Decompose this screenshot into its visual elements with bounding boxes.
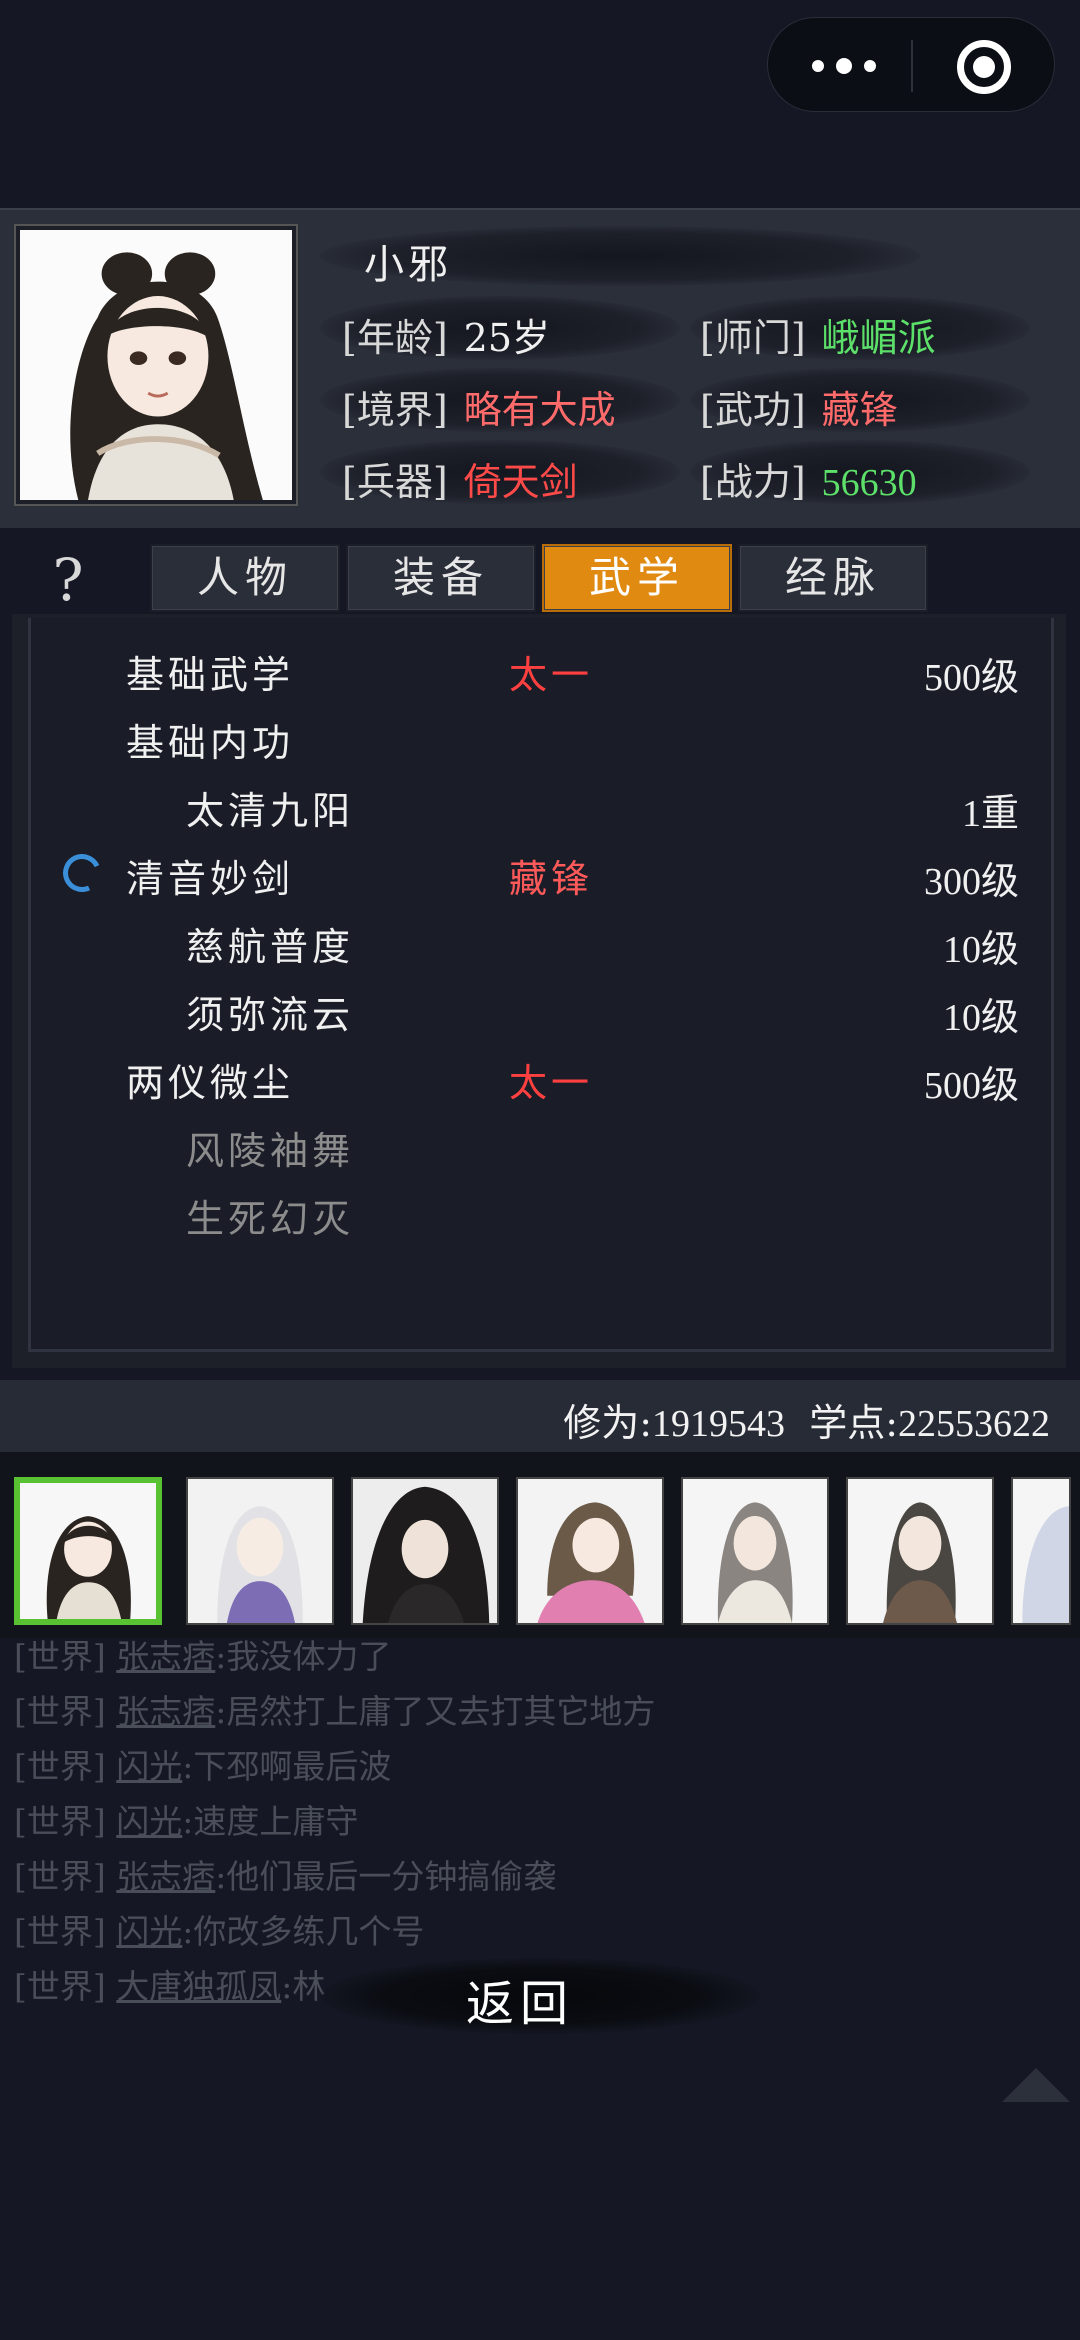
hero-portrait[interactable] — [681, 1477, 829, 1625]
skill-name: 两仪微尘 — [126, 1061, 295, 1105]
skill-name: 基础武学 — [126, 653, 295, 697]
skill-level: 300级 — [923, 861, 1019, 903]
skill-style: 藏锋 — [509, 857, 594, 901]
hero-portrait[interactable] — [516, 1477, 664, 1625]
skill-row[interactable]: 慈航普度 10级 — [31, 912, 1057, 972]
loading-spinner-icon — [57, 848, 107, 898]
skill-level: 10级 — [942, 929, 1019, 971]
power-label: [战力] — [700, 460, 806, 504]
skill-name: 基础内功 — [126, 721, 295, 765]
weapon-value: 倚天剑 — [463, 460, 578, 504]
hero-portrait[interactable] — [186, 1477, 334, 1625]
skill-style: 太一 — [509, 1061, 594, 1105]
chat-line: [世界] 张志痞:我没体力了 — [14, 1637, 392, 1676]
capsule-divider — [911, 40, 913, 92]
study-points-label: 学点: — [809, 1401, 898, 1445]
skill-row[interactable]: 清音妙剑 藏锋 300级 — [31, 844, 1057, 904]
chat-user-link[interactable]: 张志痞 — [116, 1692, 215, 1731]
back-button[interactable]: 返回 — [440, 1964, 600, 2032]
close-target-icon[interactable] — [957, 40, 1011, 94]
skill-level: 500级 — [923, 1065, 1019, 1107]
martial-skill-label: [武功] — [700, 388, 806, 432]
cultivation-value: 1919543 — [652, 1403, 786, 1445]
chat-user-link[interactable]: 张志痞 — [116, 1857, 215, 1896]
miniprogram-capsule — [767, 17, 1055, 112]
chat-line: [世界] 闪光:你改多练几个号 — [14, 1912, 425, 1951]
chat-line: [世界] 张志痞:居然打上庸了又去打其它地方 — [14, 1692, 656, 1731]
weapon-label: [兵器] — [342, 460, 448, 504]
age-row: [年龄] 25岁 — [342, 307, 550, 362]
chat-user-link[interactable]: 闪光 — [116, 1912, 182, 1951]
study-points-value: 22553622 — [898, 1403, 1050, 1445]
sect-row: [师门] 峨嵋派 — [700, 307, 936, 362]
cultivation-label: 修为: — [563, 1401, 653, 1445]
martial-skill-row: [武功] 藏锋 — [700, 379, 898, 434]
skill-name: 生死幻灭 — [186, 1197, 355, 1241]
age-label: [年龄] — [342, 316, 448, 360]
character-portrait — [16, 226, 296, 504]
skill-level: 1重 — [961, 793, 1019, 835]
help-icon[interactable]: ? — [40, 546, 96, 614]
scroll-up-arrow-icon[interactable] — [1002, 2068, 1070, 2102]
chat-user-link[interactable]: 大唐独孤凤 — [116, 1967, 281, 2006]
chat-line: [世界] 闪光:速度上庸守 — [14, 1802, 359, 1841]
chat-line: [世界] 闪光:下邳啊最后波 — [14, 1747, 392, 1786]
cultivation-stats: 修为:1919543 学点:22553622 — [563, 1392, 1050, 1447]
realm-label: [境界] — [342, 388, 448, 432]
skills-panel: 基础武学 太一 500级 基础内功 太清九阳 1重 清音妙剑 藏锋 300级 慈… — [28, 618, 1054, 1352]
power-row: [战力] 56630 — [700, 451, 917, 506]
tab-bar: 人物 装备 武学 经脉 — [150, 544, 934, 614]
weapon-row: [兵器] 倚天剑 — [342, 451, 578, 506]
skill-name: 须弥流云 — [186, 993, 355, 1037]
hero-portrait-selected[interactable] — [14, 1477, 162, 1625]
skill-row[interactable]: 须弥流云 10级 — [31, 980, 1057, 1040]
skill-level: 10级 — [942, 997, 1019, 1039]
skill-row[interactable]: 太清九阳 1重 — [31, 776, 1057, 836]
realm-row: [境界] 略有大成 — [342, 379, 616, 434]
sect-value: 峨嵋派 — [821, 316, 936, 360]
hero-portrait[interactable] — [351, 1477, 499, 1625]
tab-equipment[interactable]: 装备 — [346, 544, 536, 612]
skill-level: 500级 — [923, 657, 1019, 699]
martial-skill-value: 藏锋 — [821, 388, 898, 432]
chat-user-link[interactable]: 闪光 — [116, 1802, 182, 1841]
tab-martial-arts[interactable]: 武学 — [542, 544, 732, 612]
skill-row[interactable]: 两仪微尘 太一 500级 — [31, 1048, 1057, 1108]
character-name: 小邪 — [364, 242, 452, 288]
tab-meridians[interactable]: 经脉 — [738, 544, 928, 612]
realm-value: 略有大成 — [463, 388, 616, 432]
skill-row[interactable]: 风陵袖舞 — [31, 1116, 1057, 1176]
sect-label: [师门] — [700, 316, 806, 360]
hero-portrait[interactable] — [846, 1477, 994, 1625]
skill-style: 太一 — [509, 653, 594, 697]
skill-row[interactable]: 基础内功 — [31, 708, 1057, 768]
chat-line: [世界] 张志痞:他们最后一分钟搞偷袭 — [14, 1857, 557, 1896]
chat-user-link[interactable]: 张志痞 — [116, 1637, 215, 1676]
skill-name: 清音妙剑 — [126, 857, 295, 901]
skill-row[interactable]: 生死幻灭 — [31, 1184, 1057, 1244]
power-value: 56630 — [821, 462, 917, 504]
age-value: 25岁 — [463, 316, 551, 360]
skill-row[interactable]: 基础武学 太一 500级 — [31, 640, 1057, 700]
chat-user-link[interactable]: 闪光 — [116, 1747, 182, 1786]
skill-name: 太清九阳 — [186, 789, 355, 833]
hero-portrait-partial[interactable] — [1011, 1477, 1071, 1625]
skill-name: 风陵袖舞 — [186, 1129, 355, 1173]
skill-name: 慈航普度 — [186, 925, 355, 969]
tab-character[interactable]: 人物 — [150, 544, 340, 612]
more-icon[interactable] — [812, 51, 882, 81]
